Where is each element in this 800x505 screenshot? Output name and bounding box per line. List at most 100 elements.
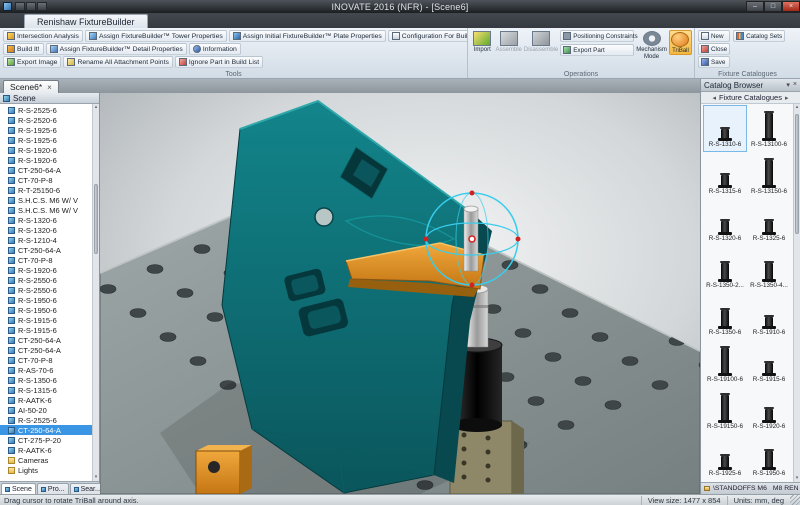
- export-image-button[interactable]: Export Image: [3, 56, 61, 68]
- catalog-scrollbar[interactable]: ▴ ▾: [793, 104, 800, 482]
- assemble-button[interactable]: Assemble: [496, 30, 522, 53]
- catalog-prev-icon[interactable]: ◂: [713, 94, 717, 102]
- tree-item-r-as-70-6[interactable]: R-AS-70-6: [0, 365, 99, 375]
- triball-handle-right[interactable]: [516, 237, 521, 242]
- catalog-next-icon[interactable]: ▸: [785, 94, 789, 102]
- catalog-item-r-s-1925-6[interactable]: R-S-1925-6: [703, 434, 747, 481]
- tree-item-r-s-1925-6[interactable]: R-S-1925-6: [0, 125, 99, 135]
- tree-item-ct-250-64-a[interactable]: CT-250-64-A: [0, 165, 99, 175]
- tab-renishaw-fixturebuilder[interactable]: Renishaw FixtureBuilder: [24, 14, 148, 28]
- catalog-item-r-s-19100-6[interactable]: R-S-19100-6: [703, 340, 747, 387]
- information-button[interactable]: Information: [189, 43, 241, 55]
- import-button[interactable]: Import: [471, 30, 494, 53]
- tree-item-ai-50-20[interactable]: AI-50-20: [0, 405, 99, 415]
- export-part-button[interactable]: Export Part: [560, 44, 634, 56]
- tree-item-r-s-1950-6[interactable]: R-S-1950-6: [0, 295, 99, 305]
- new-button[interactable]: New: [698, 30, 730, 42]
- intersection-analysis-button[interactable]: Intersection Analysis: [3, 30, 83, 42]
- triball-center-handle[interactable]: [469, 236, 475, 242]
- tree-item-r-s-2550-6[interactable]: R-S-2550-6: [0, 275, 99, 285]
- triball-handle-bottom[interactable]: [470, 283, 475, 288]
- close-catalog-button[interactable]: Close: [698, 43, 730, 55]
- tab-scene6[interactable]: Scene6* ×: [3, 80, 59, 93]
- tree-item-ct-250-64-a[interactable]: CT-250-64-A: [0, 345, 99, 355]
- quick-access-button-2[interactable]: [26, 2, 36, 11]
- catalog-scrollbar-thumb[interactable]: [795, 114, 799, 234]
- ignore-part-in-build-list-button[interactable]: Ignore Part in Build List: [175, 56, 263, 68]
- triball-button[interactable]: TriBall: [669, 30, 692, 55]
- catalog-tab-standoffs[interactable]: \STANDOFFS M6: [713, 485, 767, 492]
- scroll-down-icon[interactable]: ▾: [93, 474, 99, 481]
- tab-close-icon[interactable]: ×: [47, 83, 52, 92]
- clamp-base-orange[interactable]: [196, 445, 252, 494]
- catalog-item-r-s-13150-6[interactable]: R-S-13150-6: [747, 152, 791, 199]
- tree-item-r-s-1925-6[interactable]: R-S-1925-6: [0, 135, 99, 145]
- triball-handle-left[interactable]: [424, 237, 429, 242]
- tree-item-r-s-1320-6[interactable]: R-S-1320-6: [0, 225, 99, 235]
- rename-all-attachment-points-button[interactable]: Rename All Attachment Points: [63, 56, 172, 68]
- catalog-item-r-s-19150-6[interactable]: R-S-19150-6: [703, 387, 747, 434]
- tree-item-r-s-2520-6[interactable]: R-S-2520-6: [0, 115, 99, 125]
- panel-close-icon[interactable]: ×: [793, 81, 797, 89]
- quick-access-button-1[interactable]: [15, 2, 25, 11]
- catalog-item-r-s-1320-6[interactable]: R-S-1320-6: [703, 199, 747, 246]
- tree-item-lights[interactable]: Lights: [0, 465, 99, 475]
- pin-icon[interactable]: ▾: [786, 81, 790, 89]
- catalog-item-r-s-1350-2[interactable]: R-S-1350-2...: [703, 246, 747, 293]
- catalog-item-r-s-13100-6[interactable]: R-S-13100-6: [747, 105, 791, 152]
- configuration-for-build-instructions-button[interactable]: Configuration For Build Instructions: [388, 30, 468, 42]
- tree-item-r-aatk-6[interactable]: R-AATK-6: [0, 445, 99, 455]
- catalog-item-r-s-1910-6[interactable]: R-S-1910-6: [747, 293, 791, 340]
- catalog-item-r-s-1920-6[interactable]: R-S-1920-6: [747, 387, 791, 434]
- assign-initial-fixturebuilder-plate-properties-button[interactable]: Assign Initial FixtureBuilder™ Plate Pro…: [229, 30, 386, 42]
- tree-item-r-s-2550-6[interactable]: R-S-2550-6: [0, 285, 99, 295]
- tree-item-r-s-1315-6[interactable]: R-S-1315-6: [0, 385, 99, 395]
- tree-item-s-h-c-s-m6-w-v[interactable]: S.H.C.S. M6 W/ V: [0, 195, 99, 205]
- tree-item-ct-250-64-a[interactable]: CT-250-64-A: [0, 335, 99, 345]
- catalog-item-r-s-1310-6[interactable]: R-S-1310-6: [703, 105, 747, 152]
- tree-item-r-s-1350-6[interactable]: R-S-1350-6: [0, 375, 99, 385]
- tree-item-r-s-1920-6[interactable]: R-S-1920-6: [0, 155, 99, 165]
- tree-item-r-s-1920-6[interactable]: R-S-1920-6: [0, 265, 99, 275]
- tree-item-r-aatk-6[interactable]: R-AATK-6: [0, 395, 99, 405]
- positioning-constraints-button[interactable]: Positioning Constraints: [560, 30, 634, 42]
- catalog-item-r-s-1350-4[interactable]: R-S-1350-4...: [747, 246, 791, 293]
- close-button[interactable]: ×: [782, 1, 800, 12]
- tree-scrollbar-thumb[interactable]: [94, 184, 98, 254]
- resize-grip[interactable]: [790, 495, 800, 505]
- tree-item-r-t-25150-6[interactable]: R-T-25150-6: [0, 185, 99, 195]
- build-it-button[interactable]: Build It!: [3, 43, 44, 55]
- assign-fixturebuilder-tower-properties-button[interactable]: Assign FixtureBuilder™ Tower Properties: [85, 30, 227, 42]
- tree-item-r-s-1920-6[interactable]: R-S-1920-6: [0, 145, 99, 155]
- assign-fixturebuilder-detail-properties-button[interactable]: Assign FixtureBuilder™ Detail Properties: [46, 43, 187, 55]
- tree-item-ct-250-64-a[interactable]: CT-250-64-A: [0, 245, 99, 255]
- tab-scene[interactable]: Scene: [1, 483, 36, 494]
- catalog-scroll-down-icon[interactable]: ▾: [794, 475, 800, 482]
- tree-item-ct-70-p-8[interactable]: CT-70-P-8: [0, 255, 99, 265]
- tree-item-s-h-c-s-m6-w-v[interactable]: S.H.C.S. M6 W/ V: [0, 205, 99, 215]
- disassemble-button[interactable]: Disassemble: [524, 30, 558, 53]
- tree-scrollbar[interactable]: ▴ ▾: [92, 104, 99, 481]
- scroll-up-icon[interactable]: ▴: [93, 104, 99, 111]
- catalog-tab-m8[interactable]: M8 REN: [773, 485, 799, 492]
- catalog-sets-button[interactable]: Catalog Sets: [733, 30, 785, 42]
- tree-item-ct-70-p-8[interactable]: CT-70-P-8: [0, 175, 99, 185]
- tree-item-ct-70-p-8[interactable]: CT-70-P-8: [0, 355, 99, 365]
- save-button[interactable]: Save: [698, 56, 730, 68]
- tree-item-r-s-2525-6[interactable]: R-S-2525-6: [0, 415, 99, 425]
- catalog-item-r-s-1950-6[interactable]: R-S-1950-6: [747, 434, 791, 481]
- viewport-3d[interactable]: [100, 93, 700, 494]
- tree-item-r-s-1210-4[interactable]: R-S-1210-4: [0, 235, 99, 245]
- tree-item-r-s-2525-6[interactable]: R-S-2525-6: [0, 105, 99, 115]
- tree-item-r-s-1915-6[interactable]: R-S-1915-6: [0, 315, 99, 325]
- tree-item-ct-275-p-20[interactable]: CT-275-P-20: [0, 435, 99, 445]
- tree-item-r-s-1320-6[interactable]: R-S-1320-6: [0, 215, 99, 225]
- maximize-button[interactable]: □: [764, 1, 782, 12]
- catalog-scroll-up-icon[interactable]: ▴: [794, 104, 800, 111]
- riser-block[interactable]: [450, 421, 524, 494]
- catalog-item-r-s-1325-6[interactable]: R-S-1325-6: [747, 199, 791, 246]
- triball-handle-top[interactable]: [470, 191, 475, 196]
- tab-properties[interactable]: Pro...: [37, 483, 69, 494]
- catalog-item-r-s-1315-6[interactable]: R-S-1315-6: [703, 152, 747, 199]
- mechanism-mode-button[interactable]: Mechanism Mode: [636, 30, 667, 60]
